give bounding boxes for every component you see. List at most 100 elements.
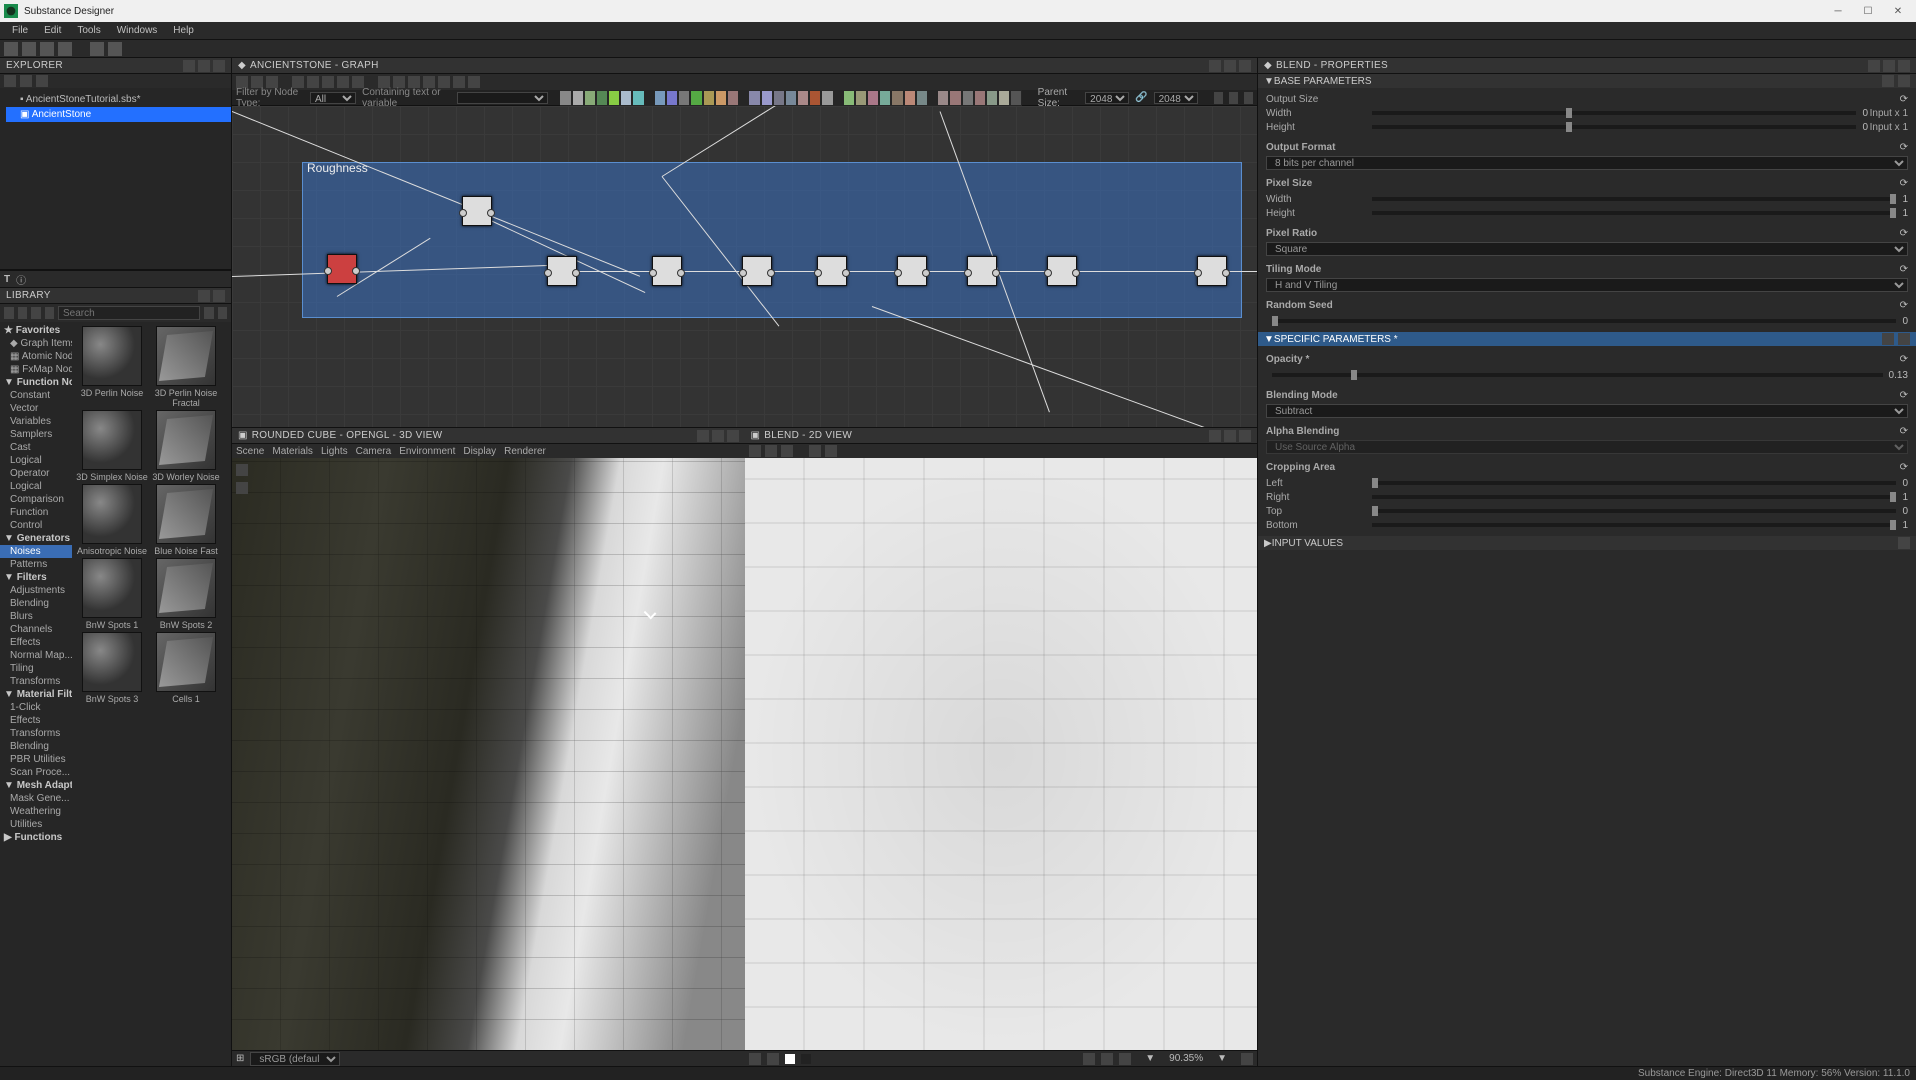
- 3d-menu-display[interactable]: Display: [463, 446, 496, 457]
- close-panel-icon[interactable]: [727, 430, 739, 442]
- palette-swatch[interactable]: [609, 91, 619, 105]
- 3d-menu-camera[interactable]: Camera: [356, 446, 392, 457]
- palette-swatch[interactable]: [655, 91, 665, 105]
- frame-icon[interactable]: [453, 76, 465, 88]
- palette-swatch[interactable]: [1011, 91, 1021, 105]
- explorer-graph[interactable]: ▣ AncientStone: [6, 107, 231, 122]
- palette-swatch[interactable]: [704, 91, 714, 105]
- node-palette[interactable]: [560, 90, 1021, 106]
- width-slider[interactable]: [1372, 111, 1856, 115]
- library-search-input[interactable]: [58, 306, 200, 320]
- seed-slider[interactable]: [1272, 319, 1896, 323]
- parent-height-select[interactable]: 2048: [1154, 92, 1198, 104]
- maximize-panel-icon[interactable]: [198, 290, 210, 302]
- palette-swatch[interactable]: [679, 91, 689, 105]
- palette-swatch[interactable]: [798, 91, 808, 105]
- pixel-ratio-select[interactable]: Square: [1266, 242, 1908, 256]
- color-profile-select[interactable]: sRGB (default): [250, 1052, 340, 1066]
- palette-swatch[interactable]: [892, 91, 902, 105]
- output-format-select[interactable]: 8 bits per channel: [1266, 156, 1908, 170]
- channel-icon[interactable]: [767, 1053, 779, 1065]
- filter-type-select[interactable]: All: [310, 92, 356, 104]
- maximize-panel-icon[interactable]: [198, 60, 210, 72]
- filter-text-select[interactable]: [457, 92, 549, 104]
- light-tool-icon[interactable]: [236, 482, 248, 494]
- lib-bookmark-icon[interactable]: [18, 307, 28, 319]
- pxw-slider[interactable]: [1372, 197, 1896, 201]
- lib-edit-icon[interactable]: [31, 307, 41, 319]
- 3d-menu-materials[interactable]: Materials: [272, 446, 313, 457]
- blend-node[interactable]: [547, 256, 577, 286]
- close-panel-icon[interactable]: [1898, 60, 1910, 72]
- menu-edit[interactable]: Edit: [36, 23, 69, 38]
- palette-swatch[interactable]: [880, 91, 890, 105]
- align-icon[interactable]: [322, 76, 334, 88]
- physical-icon[interactable]: [1119, 1053, 1131, 1065]
- info-icon[interactable]: [781, 445, 793, 457]
- 2d-viewport[interactable]: [745, 458, 1258, 1050]
- palette-swatch[interactable]: [560, 91, 570, 105]
- graph-opts-icon[interactable]: [1244, 92, 1253, 104]
- palette-swatch[interactable]: [963, 91, 973, 105]
- perf-icon[interactable]: [1229, 92, 1238, 104]
- blend-mode-select[interactable]: Subtract: [1266, 404, 1908, 418]
- palette-swatch[interactable]: [728, 91, 738, 105]
- close-panel-icon[interactable]: [1239, 430, 1251, 442]
- close-panel-icon[interactable]: [213, 60, 225, 72]
- new-icon[interactable]: [4, 42, 18, 56]
- library-thumb[interactable]: Cells 1: [150, 632, 222, 704]
- input-node[interactable]: [327, 254, 357, 284]
- blend-node[interactable]: [817, 256, 847, 286]
- crop-right-slider[interactable]: [1372, 495, 1896, 499]
- palette-swatch[interactable]: [999, 91, 1009, 105]
- palette-swatch[interactable]: [621, 91, 631, 105]
- library-thumb[interactable]: Anisotropic Noise: [76, 484, 148, 556]
- parent-width-select[interactable]: 2048: [1085, 92, 1129, 104]
- pin-icon[interactable]: [1209, 430, 1221, 442]
- blend-node[interactable]: [967, 256, 997, 286]
- grid-icon[interactable]: [1083, 1053, 1095, 1065]
- link-icon[interactable]: [36, 75, 48, 87]
- pxh-slider[interactable]: [1372, 211, 1896, 215]
- save-icon[interactable]: [40, 42, 54, 56]
- palette-swatch[interactable]: [774, 91, 784, 105]
- pin-icon[interactable]: [1209, 60, 1221, 72]
- save-img-icon[interactable]: [749, 445, 761, 457]
- palette-swatch[interactable]: [905, 91, 915, 105]
- palette-swatch[interactable]: [585, 91, 595, 105]
- crop-left-slider[interactable]: [1372, 481, 1896, 485]
- sort-icon[interactable]: [218, 307, 228, 319]
- palette-swatch[interactable]: [950, 91, 960, 105]
- palette-swatch[interactable]: [573, 91, 583, 105]
- 3d-menu-lights[interactable]: Lights: [321, 446, 348, 457]
- open-icon[interactable]: [22, 42, 36, 56]
- blend-node[interactable]: [897, 256, 927, 286]
- base-params-header[interactable]: ▼ BASE PARAMETERS: [1258, 74, 1916, 88]
- palette-swatch[interactable]: [810, 91, 820, 105]
- safe-icon[interactable]: [1101, 1053, 1113, 1065]
- dot-icon[interactable]: [468, 76, 480, 88]
- menu-windows[interactable]: Windows: [109, 23, 166, 38]
- pin-icon[interactable]: [183, 60, 195, 72]
- library-thumb[interactable]: BnW Spots 1: [76, 558, 148, 630]
- palette-swatch[interactable]: [987, 91, 997, 105]
- info-icon[interactable]: [1214, 92, 1223, 104]
- menu-file[interactable]: File: [4, 23, 36, 38]
- library-thumb[interactable]: BnW Spots 2: [150, 558, 222, 630]
- palette-swatch[interactable]: [597, 91, 607, 105]
- palette-swatch[interactable]: [844, 91, 854, 105]
- histogram-icon[interactable]: [825, 445, 837, 457]
- menu-tools[interactable]: Tools: [69, 23, 108, 38]
- 3d-menu-renderer[interactable]: Renderer: [504, 446, 546, 457]
- palette-swatch[interactable]: [938, 91, 948, 105]
- palette-swatch[interactable]: [749, 91, 759, 105]
- 3d-viewport[interactable]: [232, 458, 745, 1050]
- output-node[interactable]: [1197, 256, 1227, 286]
- filter-icon[interactable]: [204, 307, 214, 319]
- camera-tool-icon[interactable]: [236, 464, 248, 476]
- palette-swatch[interactable]: [856, 91, 866, 105]
- 3d-menu-environment[interactable]: Environment: [399, 446, 455, 457]
- minimize-button[interactable]: ─: [1824, 0, 1852, 22]
- library-thumb[interactable]: Blue Noise Fast: [150, 484, 222, 556]
- maximize-panel-icon[interactable]: [712, 430, 724, 442]
